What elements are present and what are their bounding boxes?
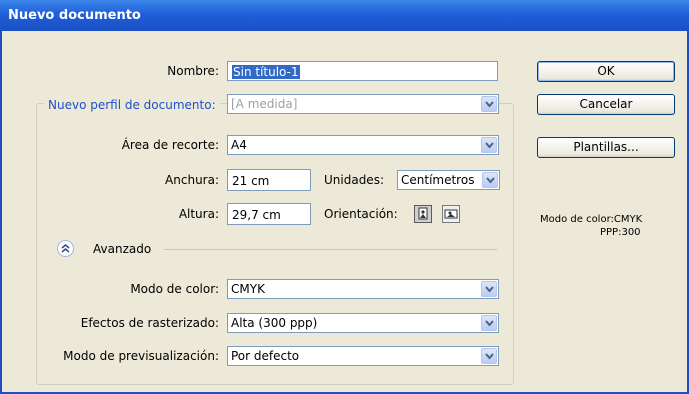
info-color-mode: Modo de color:CMYK <box>540 214 643 225</box>
width-input[interactable]: 21 cm <box>227 169 311 191</box>
units-select[interactable]: Centímetros <box>397 170 500 190</box>
units-label: Unidades: <box>324 173 384 187</box>
name-label: Nombre: <box>167 64 219 78</box>
chevron-down-icon[interactable] <box>482 172 498 188</box>
height-label: Altura: <box>178 207 219 221</box>
chevron-down-icon[interactable] <box>481 96 497 112</box>
chevron-down-icon[interactable] <box>481 137 497 153</box>
profile-select[interactable]: [A medida] <box>227 94 499 114</box>
advanced-divider <box>164 249 497 250</box>
new-document-dialog: Nuevo documento Nombre: Sin título-1 Nue… <box>0 0 689 394</box>
raster-label: Efectos de rasterizado: <box>80 316 219 330</box>
double-chevron-up-icon[interactable] <box>57 240 74 257</box>
preview-value: Por defecto <box>231 349 300 363</box>
name-value: Sin título-1 <box>232 65 300 79</box>
advanced-label: Avanzado <box>93 242 152 256</box>
color-mode-label: Modo de color: <box>130 282 219 296</box>
templates-button[interactable]: Plantillas... <box>537 137 675 158</box>
artboard-label: Área de recorte: <box>121 138 219 152</box>
title-bar: Nuevo documento <box>0 0 689 31</box>
preview-select[interactable]: Por defecto <box>227 346 499 366</box>
artboard-select[interactable]: A4 <box>227 135 499 155</box>
chevron-down-icon[interactable] <box>481 315 497 331</box>
raster-value: Alta (300 ppp) <box>231 316 318 330</box>
height-input[interactable]: 29,7 cm <box>227 203 311 225</box>
name-input[interactable]: Sin título-1 <box>227 61 498 81</box>
units-value: Centímetros <box>401 173 475 187</box>
orientation-label: Orientación: <box>324 207 398 221</box>
landscape-orientation-icon[interactable] <box>442 205 460 223</box>
profile-value: [A medida] <box>231 97 298 111</box>
color-mode-select[interactable]: CMYK <box>227 279 499 299</box>
raster-select[interactable]: Alta (300 ppp) <box>227 313 499 333</box>
width-label: Anchura: <box>165 173 219 187</box>
chevron-down-icon[interactable] <box>481 281 497 297</box>
ok-button[interactable]: OK <box>537 61 675 82</box>
chevron-down-icon[interactable] <box>481 348 497 364</box>
portrait-orientation-icon[interactable] <box>414 205 432 223</box>
artboard-value: A4 <box>231 138 247 152</box>
cancel-button[interactable]: Cancelar <box>537 94 675 115</box>
profile-label: Nuevo perfil de documento: <box>44 95 220 115</box>
info-ppi: PPP:300 <box>600 227 641 238</box>
window-title: Nuevo documento <box>8 8 141 23</box>
color-mode-value: CMYK <box>231 282 265 296</box>
preview-label: Modo de previsualización: <box>63 349 219 363</box>
